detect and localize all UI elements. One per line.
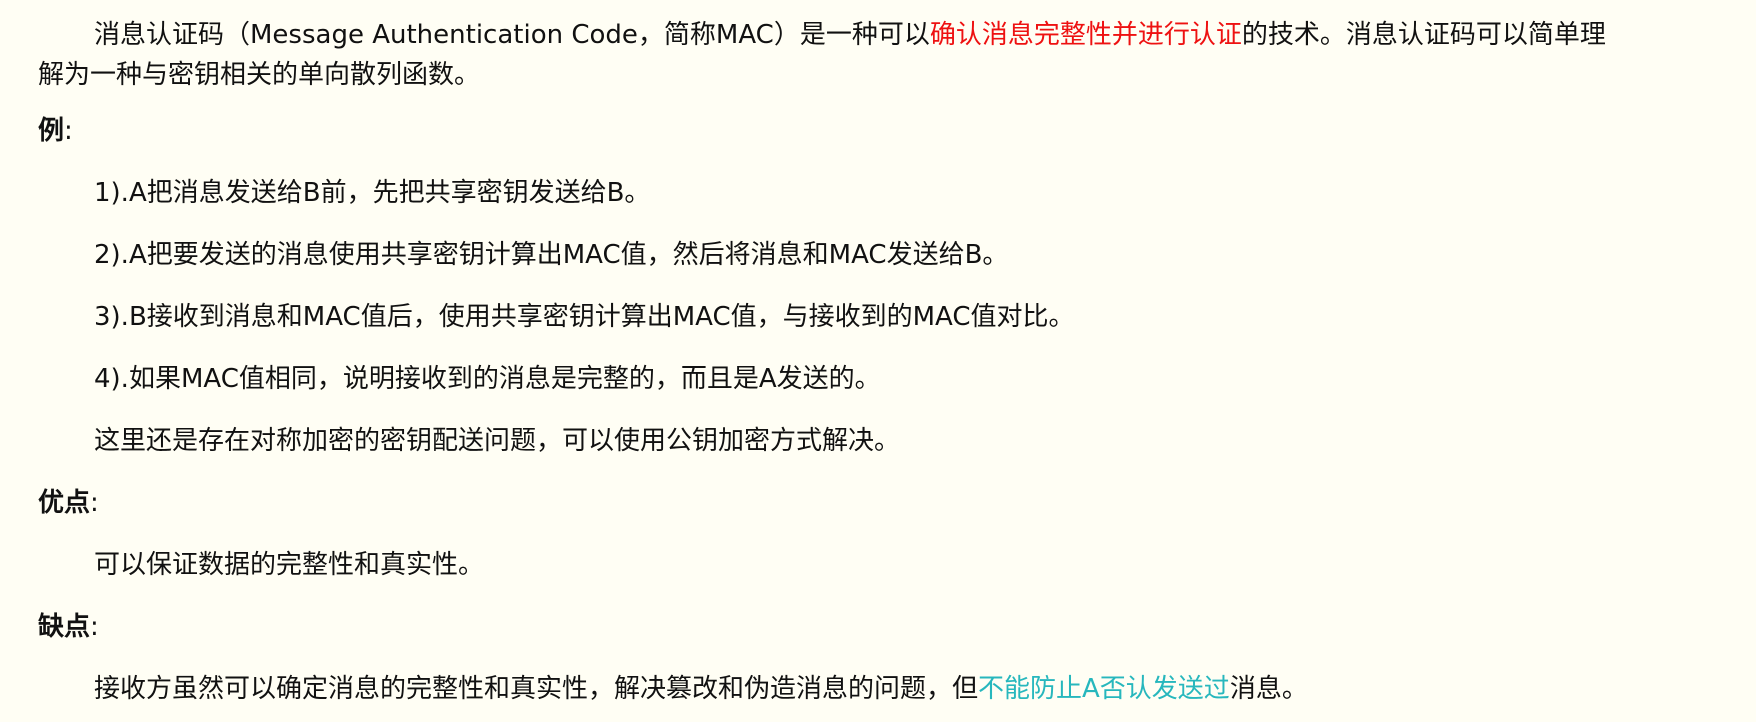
disadvantages-heading: 缺点: [38,608,99,648]
example-step-3: 3).B接收到消息和MAC值后，使用共享密钥计算出MAC值，与接收到的MAC值对… [94,302,1075,332]
example-step-2: 2).A把要发送的消息使用共享密钥计算出MAC值，然后将消息和MAC发送给B。 [94,240,1009,270]
intro-highlight: 确认消息完整性并进行认证 [929,20,1242,50]
disadvantages-paragraph: 接收方虽然可以确定消息的完整性和真实性，解决篡改和伪造消息的问题，但不能防止A否… [94,670,1308,710]
advantages-heading-label: 优点 [38,488,91,518]
example-step-4: 4).如果MAC值相同，说明接收到的消息是完整的，而且是A发送的。 [94,364,881,394]
example-note: 这里还是存在对称加密的密钥配送问题，可以使用公钥加密方式解决。 [94,426,901,456]
disadvantages-highlight: 不能防止A否认发送过 [978,674,1230,704]
example-heading-colon: : [64,116,73,146]
advantages-heading: 优点: [38,484,99,524]
disadvantages-text-start: 接收方虽然可以确定消息的完整性和真实性，解决篡改和伪造消息的问题，但 [94,674,979,704]
intro-text-start: 消息认证码（Message Authentication Code，简称MAC）… [94,20,930,50]
intro-text-end: 的技术。消息认证码可以简单理 [1241,20,1606,50]
intro-paragraph-continued: 解为一种与密钥相关的单向散列函数。 [38,60,481,90]
intro-paragraph: 消息认证码（Message Authentication Code，简称MAC）… [94,16,1606,56]
disadvantages-heading-label: 缺点 [38,612,91,642]
disadvantages-text-end: 消息。 [1229,674,1308,704]
example-step-1: 1).A把消息发送给B前，先把共享密钥发送给B。 [94,178,651,208]
article-page: 消息认证码（Message Authentication Code，简称MAC）… [0,0,1756,722]
example-heading: 例: [38,112,73,152]
example-heading-label: 例 [38,116,65,146]
advantages-heading-colon: : [90,488,99,518]
advantages-text: 可以保证数据的完整性和真实性。 [94,550,485,580]
disadvantages-heading-colon: : [90,612,99,642]
